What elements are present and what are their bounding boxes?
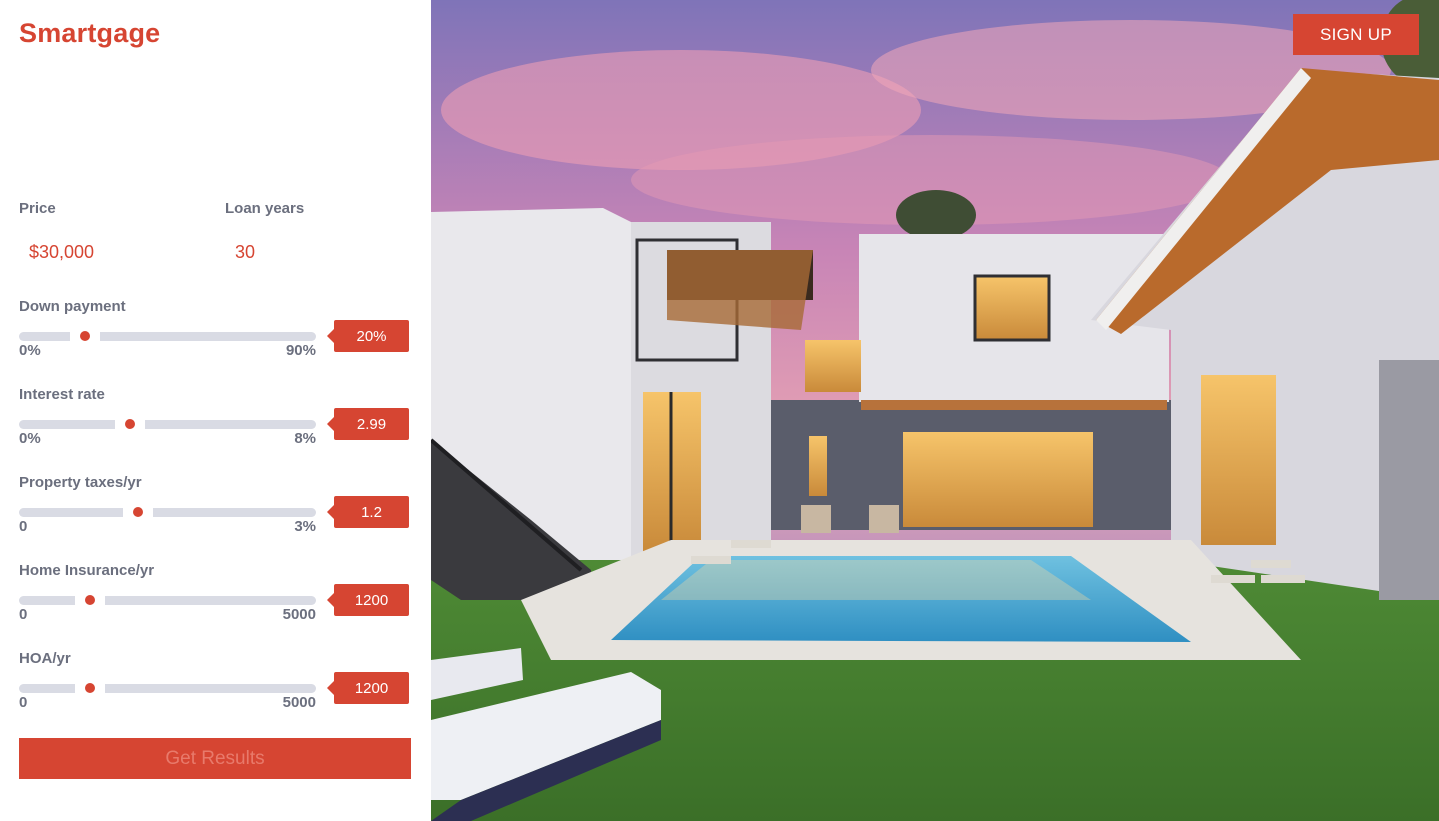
interest-rate-slider-group: Interest rate 0% 8% 2.99 — [19, 386, 411, 456]
price-input[interactable]: $30,000 — [29, 242, 94, 263]
slider-value-badge: 2.99 — [327, 408, 409, 440]
slider-value-badge: 20% — [327, 320, 409, 352]
slider-track[interactable] — [19, 331, 316, 342]
slider-label: Interest rate — [19, 386, 105, 403]
slider-value-badge: 1200 — [327, 584, 409, 616]
loan-years-input[interactable]: 30 — [235, 242, 255, 263]
loan-years-label: Loan years — [225, 200, 305, 217]
price-label: Price — [19, 200, 56, 217]
slider-value-badge: 1.2 — [327, 496, 409, 528]
property-taxes-slider-group: Property taxes/yr 0 3% 1.2 — [19, 474, 411, 544]
slider-thumb[interactable] — [125, 419, 136, 429]
slider-label: Down payment — [19, 298, 126, 315]
slider-thumb[interactable] — [79, 331, 90, 341]
down-payment-slider-group: Down payment 0% 90% 20% — [19, 298, 411, 368]
slider-max: 90% — [285, 342, 316, 359]
slider-track[interactable] — [19, 683, 316, 694]
slider-max: 5000 — [282, 606, 316, 623]
slider-max: 5000 — [282, 694, 316, 711]
sign-up-button[interactable]: SIGN UP — [1293, 14, 1419, 55]
slider-thumb[interactable] — [132, 507, 143, 517]
slider-label: HOA/yr — [19, 650, 71, 667]
hoa-slider-group: HOA/yr 0 5000 1200 — [19, 650, 411, 720]
hero-house-photo — [431, 0, 1439, 821]
slider-track[interactable] — [19, 419, 316, 430]
slider-max: 3% — [294, 518, 316, 535]
slider-label: Property taxes/yr — [19, 474, 142, 491]
slider-track[interactable] — [19, 507, 316, 518]
app-logo[interactable]: Smartgage — [19, 18, 160, 49]
slider-max: 8% — [294, 430, 316, 447]
home-insurance-slider-group: Home Insurance/yr 0 5000 1200 — [19, 562, 411, 632]
slider-track[interactable] — [19, 595, 316, 606]
get-results-button[interactable]: Get Results — [19, 738, 411, 779]
calculator-sidebar: Smartgage Price Loan years $30,000 30 Do… — [0, 0, 431, 821]
slider-min: 0 — [19, 694, 28, 711]
slider-value-badge: 1200 — [327, 672, 409, 704]
slider-min: 0% — [19, 430, 41, 447]
slider-label: Home Insurance/yr — [19, 562, 155, 579]
slider-min: 0 — [19, 606, 28, 623]
slider-min: 0% — [19, 342, 41, 359]
slider-min: 0 — [19, 518, 28, 535]
